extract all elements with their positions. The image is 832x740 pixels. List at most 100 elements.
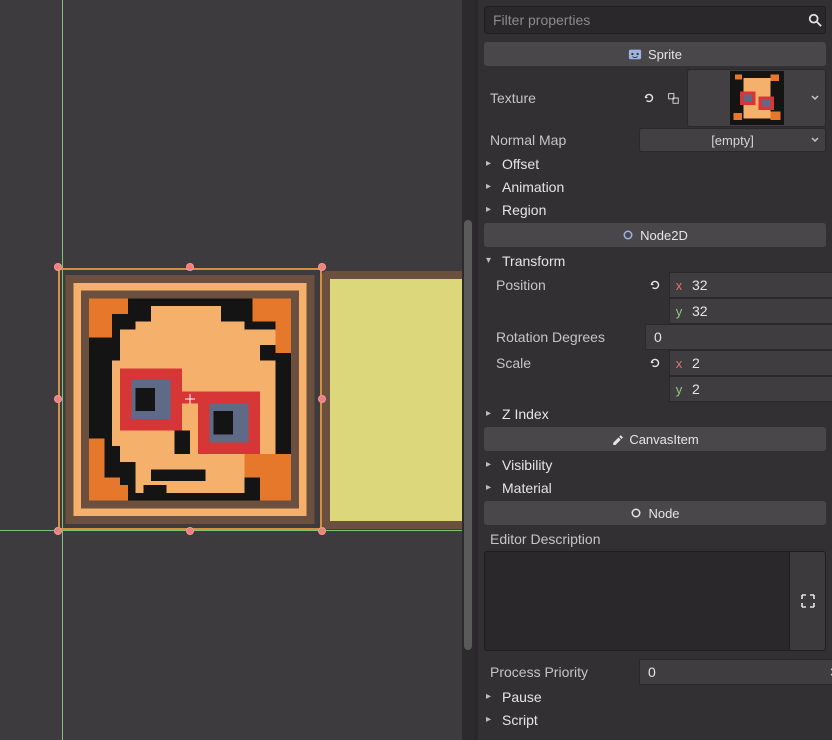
process-priority-label: Process Priority xyxy=(484,664,639,680)
normal-map-label: Normal Map xyxy=(484,132,639,148)
process-priority-input[interactable] xyxy=(648,664,829,680)
selection-handle[interactable] xyxy=(186,263,194,271)
chevron-down-icon: ▾ xyxy=(486,255,496,266)
section-node2d[interactable]: Node2D xyxy=(484,223,826,247)
chevron-right-icon: ▸ xyxy=(486,158,496,169)
scale-y-input[interactable] xyxy=(688,381,832,397)
revert-icon[interactable] xyxy=(645,275,665,295)
foldout-material-label: Material xyxy=(502,480,552,496)
property-rotation: Rotation Degrees xyxy=(478,324,832,350)
foldout-offset[interactable]: ▸ Offset xyxy=(478,152,832,175)
scale-label: Scale xyxy=(490,355,645,371)
property-scale-y: y xyxy=(478,376,832,402)
chevron-right-icon: ▸ xyxy=(486,459,496,470)
foldout-visibility[interactable]: ▸ Visibility xyxy=(478,453,832,476)
foldout-visibility-label: Visibility xyxy=(502,457,552,473)
rotation-label: Rotation Degrees xyxy=(490,329,645,345)
foldout-pause[interactable]: ▸ Pause xyxy=(478,685,832,708)
axis-x-label: x xyxy=(670,278,688,293)
foldout-region-label: Region xyxy=(502,202,546,218)
foldout-transform[interactable]: ▾ Transform xyxy=(478,249,832,272)
foldout-offset-label: Offset xyxy=(502,156,539,172)
axis-y-label: y xyxy=(670,382,688,397)
chevron-right-icon: ▸ xyxy=(486,482,496,493)
position-y-input[interactable] xyxy=(688,303,832,319)
selection-handle[interactable] xyxy=(54,263,62,271)
canvas-viewport[interactable] xyxy=(0,0,474,740)
chevron-down-icon xyxy=(811,136,819,144)
sprite-icon xyxy=(628,47,642,61)
foldout-z-index-label: Z Index xyxy=(502,406,549,422)
axis-y-label: y xyxy=(670,304,688,319)
editor-description-label: Editor Description xyxy=(484,531,826,547)
scale-x-field[interactable]: x xyxy=(669,350,832,376)
rotation-input[interactable] xyxy=(654,329,832,345)
process-priority-field[interactable] xyxy=(639,659,832,685)
rotation-field[interactable] xyxy=(645,324,832,350)
filter-properties-input[interactable] xyxy=(485,12,805,28)
expand-button[interactable] xyxy=(790,551,826,651)
expand-icon xyxy=(800,593,816,609)
section-node2d-label: Node2D xyxy=(640,228,688,243)
property-position: Position x xyxy=(478,272,832,298)
foldout-script-label: Script xyxy=(502,712,538,728)
foldout-z-index[interactable]: ▸ Z Index xyxy=(478,402,832,425)
search-icon[interactable] xyxy=(805,10,825,30)
section-sprite[interactable]: Sprite xyxy=(484,42,826,66)
viewport-scrollbar[interactable] xyxy=(462,0,474,740)
section-node-label: Node xyxy=(648,506,679,521)
scale-y-field[interactable]: y xyxy=(669,376,832,402)
node-icon xyxy=(630,507,642,519)
normal-map-value: [empty] xyxy=(711,133,754,148)
property-normal-map: Normal Map [empty] xyxy=(478,128,832,152)
texture-slot[interactable] xyxy=(687,69,826,127)
selection-handle[interactable] xyxy=(318,263,326,271)
chevron-right-icon: ▸ xyxy=(486,714,496,725)
normal-map-slot[interactable]: [empty] xyxy=(639,128,826,152)
selection-handle[interactable] xyxy=(54,527,62,535)
revert-icon[interactable] xyxy=(639,88,659,108)
chevron-right-icon: ▸ xyxy=(486,204,496,215)
foldout-animation[interactable]: ▸ Animation xyxy=(478,175,832,198)
section-sprite-label: Sprite xyxy=(648,47,682,62)
inspector-panel: Sprite Texture xyxy=(474,0,832,740)
selection-handle[interactable] xyxy=(186,527,194,535)
editor-description-textarea[interactable] xyxy=(484,551,790,651)
texture-thumbnail xyxy=(730,71,784,125)
property-process-priority: Process Priority xyxy=(478,659,832,685)
foldout-material[interactable]: ▸ Material xyxy=(478,476,832,499)
foldout-transform-label: Transform xyxy=(502,253,565,269)
position-y-field[interactable]: y xyxy=(669,298,832,324)
key-icon[interactable] xyxy=(663,88,683,108)
axis-x-label: x xyxy=(670,356,688,371)
node2d-icon xyxy=(622,229,634,241)
foldout-script[interactable]: ▸ Script xyxy=(478,708,832,731)
selection-handle[interactable] xyxy=(318,395,326,403)
section-node[interactable]: Node xyxy=(484,501,826,525)
selection-handle[interactable] xyxy=(318,527,326,535)
section-canvasitem-label: CanvasItem xyxy=(629,432,698,447)
property-position-y: y xyxy=(478,298,832,324)
foldout-region[interactable]: ▸ Region xyxy=(478,198,832,221)
property-scale: Scale x xyxy=(478,350,832,376)
canvasitem-icon xyxy=(611,433,623,445)
sprite-secondary xyxy=(322,271,474,529)
revert-icon[interactable] xyxy=(645,353,665,373)
property-editor-description: Editor Description xyxy=(478,527,832,551)
position-x-input[interactable] xyxy=(688,277,832,293)
scale-x-input[interactable] xyxy=(688,355,832,371)
foldout-pause-label: Pause xyxy=(502,689,542,705)
section-canvasitem[interactable]: CanvasItem xyxy=(484,427,826,451)
property-texture: Texture xyxy=(478,68,832,128)
foldout-animation-label: Animation xyxy=(502,179,564,195)
pivot-crosshair[interactable] xyxy=(185,394,195,404)
filter-row xyxy=(484,6,826,34)
selection-handle[interactable] xyxy=(54,395,62,403)
guide-horizontal xyxy=(0,530,474,531)
chevron-right-icon: ▸ xyxy=(486,181,496,192)
texture-label: Texture xyxy=(484,90,639,106)
chevron-down-icon xyxy=(811,94,819,102)
position-label: Position xyxy=(490,277,645,293)
chevron-right-icon: ▸ xyxy=(486,691,496,702)
position-x-field[interactable]: x xyxy=(669,272,832,298)
